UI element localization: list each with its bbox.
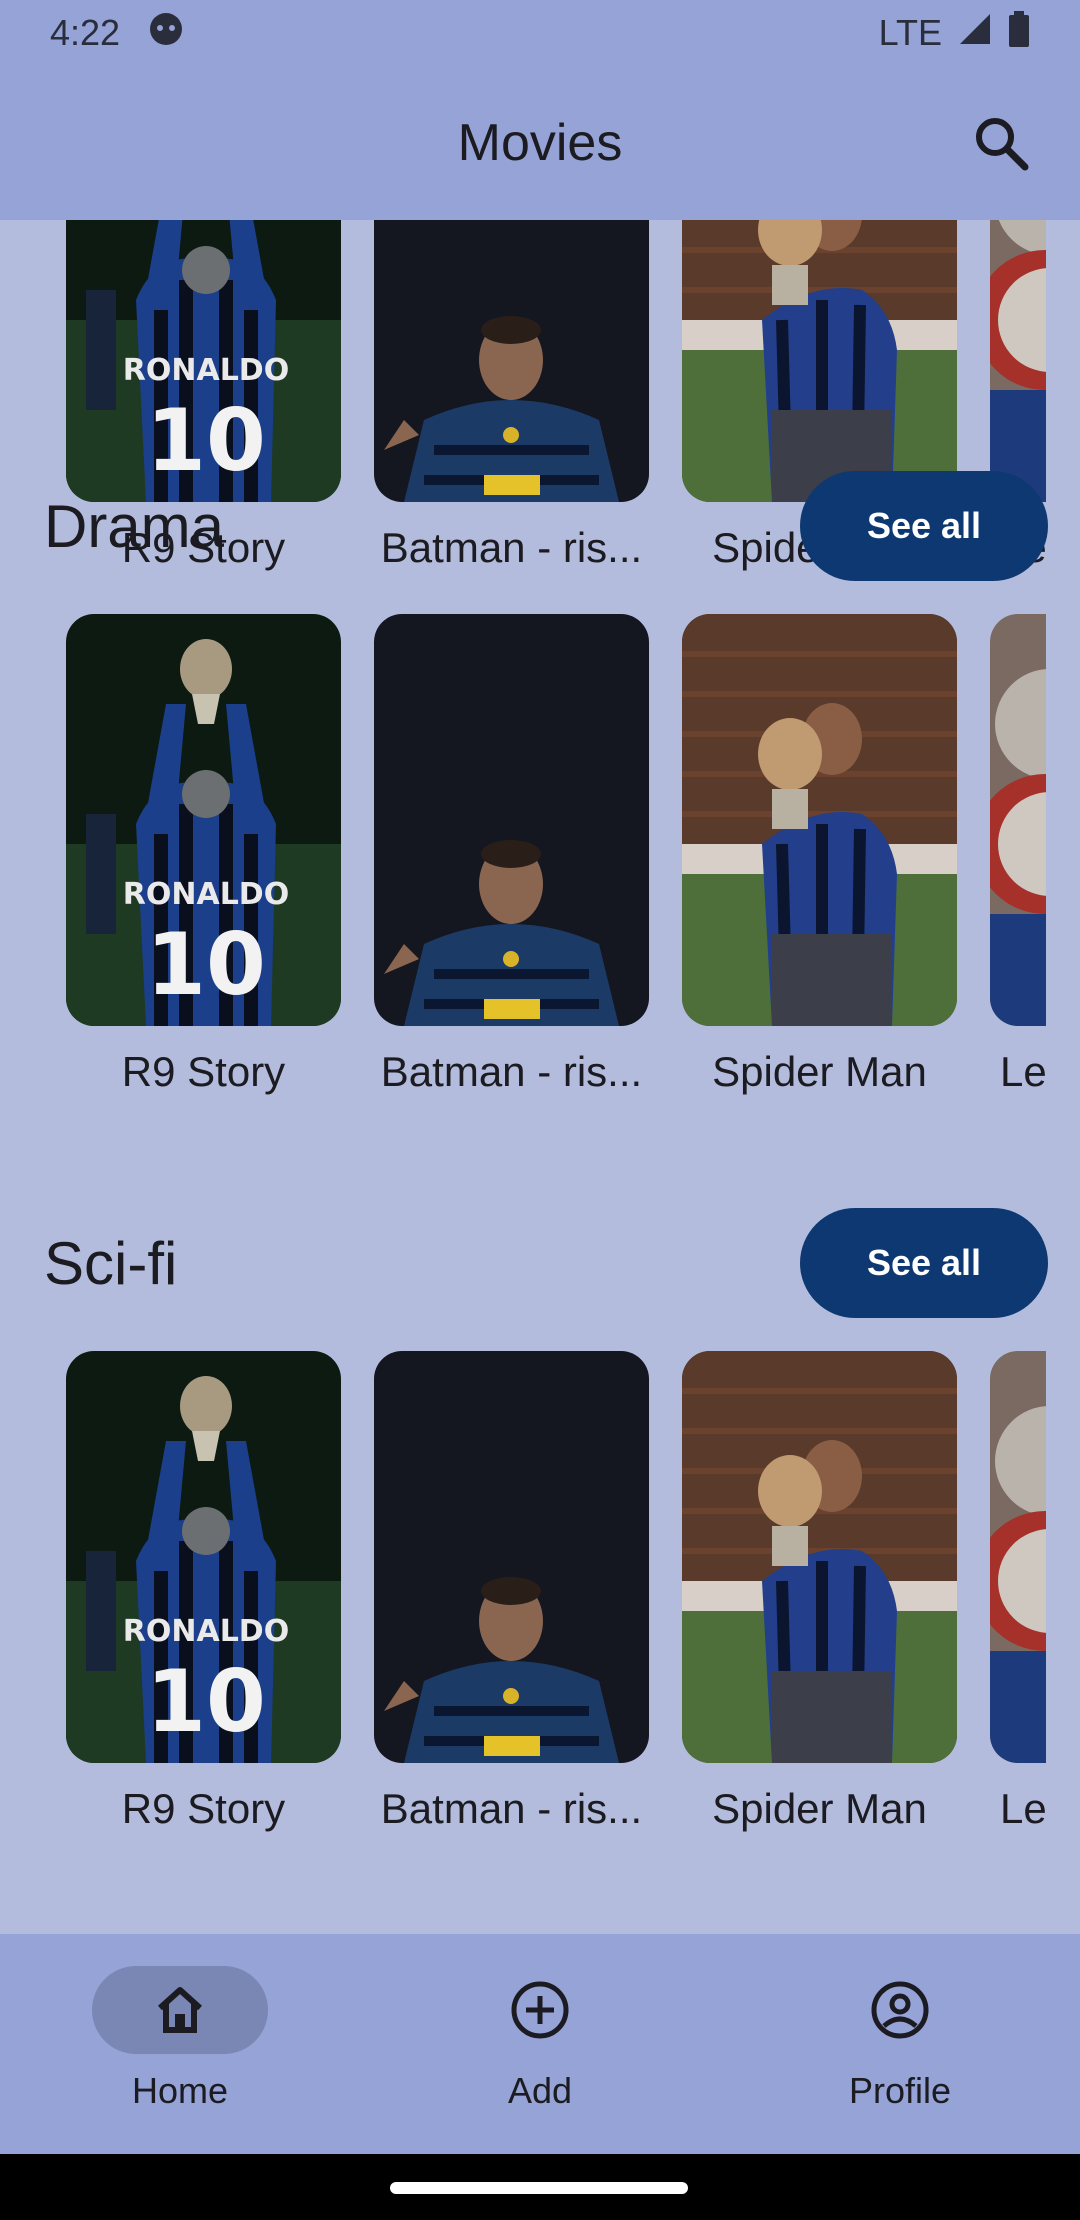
profile-icon — [871, 1981, 929, 2039]
system-gesture-bar — [0, 2154, 1080, 2220]
see-all-button[interactable]: See all — [800, 471, 1048, 581]
nav-item-add[interactable]: Add — [390, 1966, 690, 2136]
nav-active-indicator — [92, 1966, 268, 2054]
movie-title: Le — [1000, 1785, 1046, 1832]
section-title: Sci-fi — [44, 1229, 178, 1297]
section-header: Sci-fi See all — [44, 1208, 1048, 1318]
movie-title: Spider Man — [712, 1785, 927, 1832]
page-title: Movies — [457, 114, 623, 172]
movie-title: R9 Story — [121, 1785, 286, 1832]
movie-poster — [990, 614, 1046, 1026]
home-icon — [157, 1987, 203, 2033]
search-button[interactable] — [968, 110, 1034, 176]
nav-item-home[interactable]: Home — [30, 1966, 330, 2136]
movie-card[interactable]: R9 Story — [66, 1351, 341, 1833]
movie-poster — [682, 614, 957, 1026]
movie-poster — [66, 1351, 341, 1763]
movie-title: Batman - ris... — [380, 1785, 643, 1832]
signal-icon — [958, 12, 992, 55]
movie-title: Le — [1000, 1048, 1046, 1095]
status-time: 4:22 — [50, 12, 121, 53]
movie-poster — [682, 220, 957, 502]
movie-card[interactable]: Batman - ris... — [374, 614, 649, 1096]
movie-card[interactable]: Le — [990, 1351, 1046, 1833]
app-bar: Movies — [0, 66, 1080, 220]
movie-card[interactable]: Spider Man — [682, 614, 957, 1096]
movie-poster — [990, 1351, 1046, 1763]
movie-title: Batman - ris... — [380, 1048, 643, 1095]
nav-label-add: Add — [507, 2070, 573, 2111]
movie-card[interactable]: R9 Story — [66, 614, 341, 1096]
movie-poster — [682, 1351, 957, 1763]
movie-poster — [374, 1351, 649, 1763]
bottom-navigation: Home Add Profile — [0, 1934, 1080, 2154]
nav-label-profile: Profile — [848, 2070, 952, 2111]
home-gesture-handle[interactable] — [390, 2182, 688, 2194]
network-label: LTE — [878, 12, 942, 53]
search-icon — [976, 118, 1029, 171]
movie-poster — [374, 220, 649, 502]
movie-card[interactable]: Le — [990, 614, 1046, 1096]
movie-poster — [374, 614, 649, 1026]
section-title: Drama — [44, 492, 225, 560]
movie-title: Spider Man — [712, 1048, 927, 1095]
status-bar: 4:22 LTE — [0, 0, 1080, 66]
movie-poster — [66, 220, 341, 502]
app-notification-icon — [148, 11, 184, 56]
nav-item-profile[interactable]: Profile — [750, 1966, 1050, 2136]
movie-card[interactable]: Batman - ris... — [374, 1351, 649, 1833]
movie-list[interactable]: R9 Story Batman - ris... Spider Man Le D… — [0, 220, 1080, 1934]
movie-card[interactable]: Spider Man — [682, 1351, 957, 1833]
section-header: Drama See all — [44, 471, 1048, 581]
nav-label-home: Home — [131, 2070, 229, 2111]
movie-poster — [990, 220, 1046, 502]
see-all-button[interactable]: See all — [800, 1208, 1048, 1318]
add-circle-icon — [511, 1981, 569, 2039]
movie-carousel[interactable]: R9 Story Batman - ris... Spider Man Le — [0, 1351, 1046, 1851]
movie-poster — [66, 614, 341, 1026]
movie-title: R9 Story — [121, 1048, 286, 1095]
battery-icon — [1008, 10, 1030, 56]
movie-carousel[interactable]: R9 Story Batman - ris... Spider Man Le — [0, 614, 1046, 1114]
